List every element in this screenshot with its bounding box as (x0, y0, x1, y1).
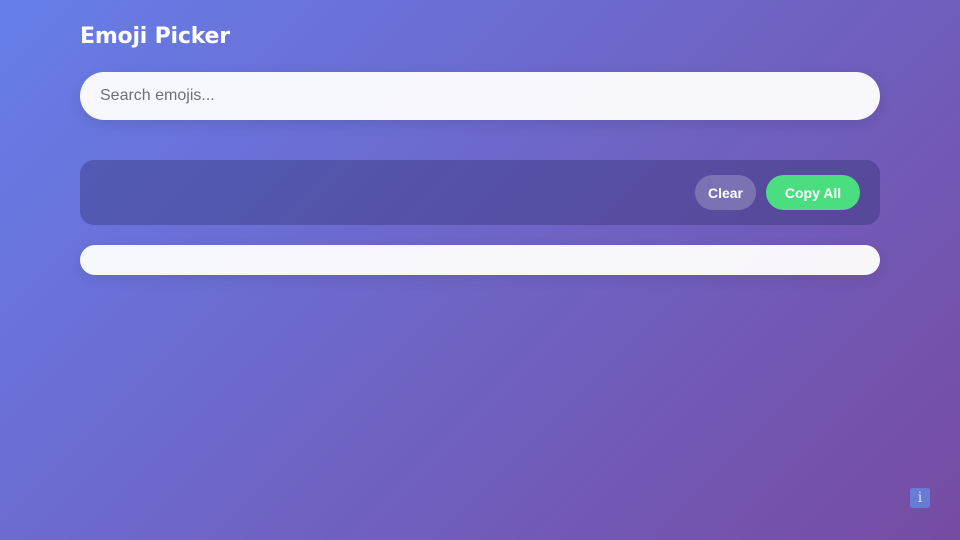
page-title: Emoji Picker (80, 24, 230, 49)
search-bar (80, 72, 880, 120)
copy-all-button[interactable]: Copy All (766, 175, 860, 210)
main-container: Emoji Picker Clear Copy All (80, 22, 880, 275)
info-icon[interactable]: i (910, 488, 930, 508)
emoji-grid (80, 245, 880, 275)
clear-button[interactable]: Clear (695, 175, 756, 210)
search-input[interactable] (80, 72, 880, 120)
selected-emojis-bar: Clear Copy All (80, 160, 880, 225)
